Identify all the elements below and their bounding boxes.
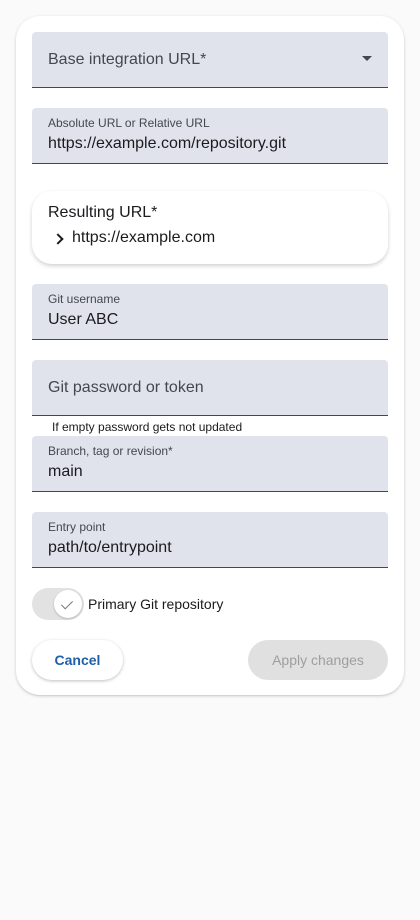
branch-field[interactable]: Branch, tag or revision* main: [32, 436, 388, 492]
repository-url-value: https://example.com/repository.git: [48, 135, 287, 152]
git-repository-dialog: Base integration URL* Absolute URL or Re…: [16, 16, 404, 695]
resulting-url-row: https://example.com: [52, 228, 216, 248]
chevron-down-icon: [362, 56, 372, 61]
resulting-url-panel[interactable]: Resulting URL* https://example.com: [32, 191, 388, 264]
git-username-label: Git username: [48, 292, 121, 306]
apply-changes-button[interactable]: Apply changes: [248, 640, 388, 680]
repository-url-label: Absolute URL or Relative URL: [48, 116, 210, 130]
entry-point-field[interactable]: Entry point path/to/entrypoint: [32, 512, 388, 568]
base-integration-url-label: Base integration URL*: [48, 51, 207, 68]
cancel-button[interactable]: Cancel: [32, 640, 123, 680]
git-username-field[interactable]: Git username User ABC: [32, 284, 388, 340]
base-integration-url-select[interactable]: Base integration URL*: [32, 32, 388, 88]
primary-repository-toggle[interactable]: [32, 588, 84, 620]
entry-point-value: path/to/entrypoint: [48, 539, 172, 556]
entry-point-label: Entry point: [48, 520, 106, 534]
git-password-label: Git password or token: [48, 379, 204, 396]
chevron-right-icon: [52, 232, 64, 245]
branch-label: Branch, tag or revision*: [48, 444, 173, 458]
toggle-knob: [54, 590, 82, 618]
git-password-hint: If empty password gets not updated: [52, 420, 243, 434]
git-password-field[interactable]: Git password or token: [32, 360, 388, 416]
check-icon: [60, 597, 74, 610]
resulting-url-value: https://example.com: [72, 229, 216, 246]
branch-value: main: [48, 463, 83, 480]
git-username-value: User ABC: [48, 311, 119, 328]
resulting-url-title: Resulting URL*: [48, 204, 158, 221]
primary-repository-label: Primary Git repository: [88, 596, 224, 612]
repository-url-field[interactable]: Absolute URL or Relative URL https://exa…: [32, 108, 388, 164]
primary-repository-toggle-row: Primary Git repository: [32, 588, 223, 620]
